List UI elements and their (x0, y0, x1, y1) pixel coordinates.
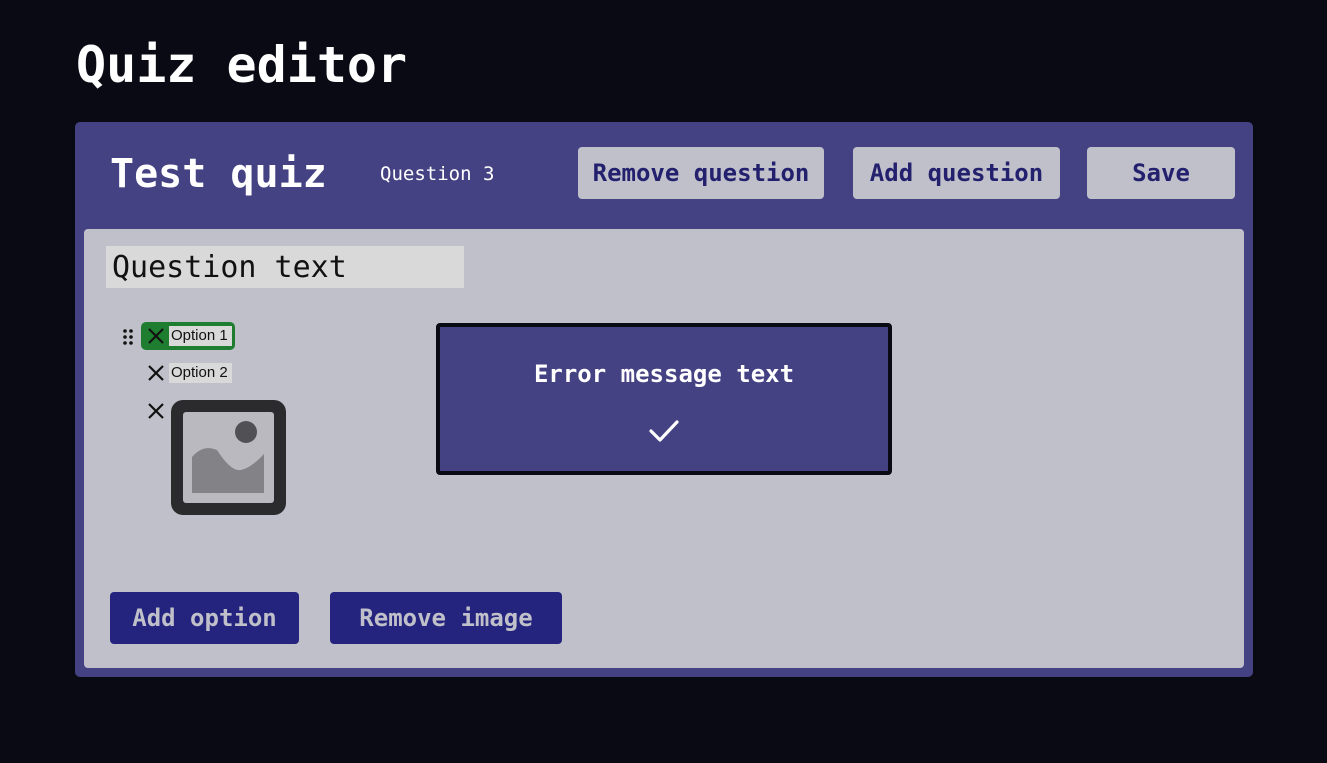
error-dialog: Error message text (436, 323, 892, 475)
close-icon[interactable] (144, 361, 168, 385)
option-label[interactable]: Option 1 (169, 326, 232, 346)
option-item[interactable]: Option 2 (141, 360, 235, 386)
option-item-correct[interactable]: Option 1 (141, 322, 235, 350)
close-icon[interactable] (144, 399, 168, 423)
page-title: Quiz editor (76, 36, 408, 94)
option-label[interactable]: Option 2 (169, 363, 232, 383)
quiz-editor-panel: Test quiz Question 3 Remove question Add… (75, 122, 1253, 677)
question-text-input[interactable] (106, 246, 464, 288)
checkmark-icon[interactable] (648, 417, 680, 445)
image-placeholder-icon[interactable] (171, 400, 286, 515)
quiz-title: Test quiz (110, 151, 327, 197)
close-icon[interactable] (144, 324, 168, 348)
add-option-button[interactable]: Add option (110, 592, 299, 644)
question-panel: Option 1 Option 2 Error message text (84, 229, 1244, 668)
add-question-button[interactable]: Add question (853, 147, 1060, 199)
remove-question-button[interactable]: Remove question (578, 147, 824, 199)
question-indicator: Question 3 (380, 163, 495, 185)
error-message: Error message text (533, 360, 795, 388)
remove-image-button[interactable]: Remove image (330, 592, 562, 644)
save-button[interactable]: Save (1087, 147, 1235, 199)
drag-handle-icon[interactable] (121, 328, 135, 346)
